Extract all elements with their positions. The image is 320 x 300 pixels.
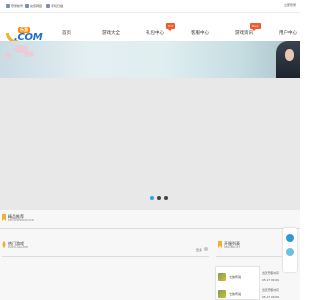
divider: [2, 256, 209, 257]
game-thumbnail: [218, 273, 226, 281]
nav-item-home[interactable]: 首页: [62, 30, 71, 36]
server-game-name: 七侠传说: [229, 292, 242, 296]
bank-icon: [25, 4, 29, 8]
nav-item-gifts[interactable]: Hot 礼包中心: [146, 23, 176, 36]
nav-item-label: 礼包中心: [146, 31, 164, 36]
section-subtitle: SERVERLIST: [224, 246, 241, 249]
slider-dot[interactable]: [157, 196, 161, 200]
flame-icon: [2, 241, 6, 248]
section-subtitle: POPULARGAME: [8, 246, 29, 249]
nav-item-news[interactable]: New 游戏资讯: [235, 23, 261, 36]
main-nav: 首页 游戏大全 Hot 礼包中心 客服中心 New 游戏资讯 用户中心: [46, 23, 300, 41]
banner-character-face: [285, 49, 294, 61]
game-thumbnail: [218, 290, 226, 298]
blossom-decor: [4, 53, 12, 58]
qq-icon[interactable]: [286, 234, 294, 242]
floating-sidebar: [283, 228, 297, 272]
server-game-name: 七侠传说: [229, 275, 242, 279]
slider-dot[interactable]: [164, 196, 168, 200]
section-recommend: 精品推荐 RECOMMENDATION: [2, 214, 34, 223]
phone-icon: [46, 4, 50, 8]
phone-icon[interactable]: [286, 248, 294, 256]
top-link-label: 充值网银: [30, 4, 43, 8]
nav-item-label: 游戏资讯: [235, 31, 253, 36]
top-link-phone[interactable]: 手机扫描: [46, 3, 63, 9]
server-label: 当天开服时间: [262, 271, 279, 275]
blossom-decor: [24, 51, 34, 57]
top-link-label: 登录帐号: [11, 4, 24, 8]
top-link-bank[interactable]: 充值网银: [25, 3, 42, 9]
server-item[interactable]: 七侠传说: [218, 289, 261, 299]
user-icon: [6, 4, 10, 8]
nav-item-games[interactable]: 游戏大全: [102, 30, 120, 36]
hero-banner[interactable]: [0, 41, 300, 78]
nav-item-user[interactable]: 用户中心: [279, 30, 297, 36]
top-right-login[interactable]: 立即登录: [284, 3, 296, 7]
nav-item-support[interactable]: 客服中心: [191, 30, 209, 36]
server-label: 当天开服时间: [262, 288, 279, 292]
top-link-login[interactable]: 登录帐号: [6, 3, 23, 9]
server-label: 05-17 09:00: [262, 278, 280, 282]
server-label: 05-17 09:00: [262, 295, 280, 299]
divider: [0, 228, 300, 229]
slider-dot[interactable]: [150, 196, 154, 200]
section-subtitle: RECOMMENDATION: [8, 219, 34, 222]
top-link-label: 手机扫描: [51, 4, 64, 8]
new-tag: New: [250, 23, 261, 31]
section-server: 开服列表 SERVERLIST: [218, 241, 240, 250]
section-popular: 热门游戏 POPULARGAME: [2, 241, 28, 250]
popular-more-link[interactable]: 更多: [196, 248, 202, 252]
server-item[interactable]: 七侠传说: [218, 272, 261, 282]
slider-dots: [150, 196, 168, 202]
server-list: 七侠传说 七侠传说: [215, 266, 260, 300]
divider: [216, 256, 282, 257]
main-slider[interactable]: [0, 78, 300, 210]
page: 登录帐号 充值网银 手机扫描 立即登录 乐游 .COM 首页 游戏大全 Hot …: [0, 0, 300, 300]
flag-icon: [218, 241, 222, 248]
top-utility-bar: 登录帐号 充值网银 手机扫描 立即登录: [0, 0, 300, 13]
chevron-right-icon[interactable]: [204, 247, 208, 251]
flag-icon: [2, 214, 6, 221]
hot-tag: Hot: [166, 23, 176, 31]
